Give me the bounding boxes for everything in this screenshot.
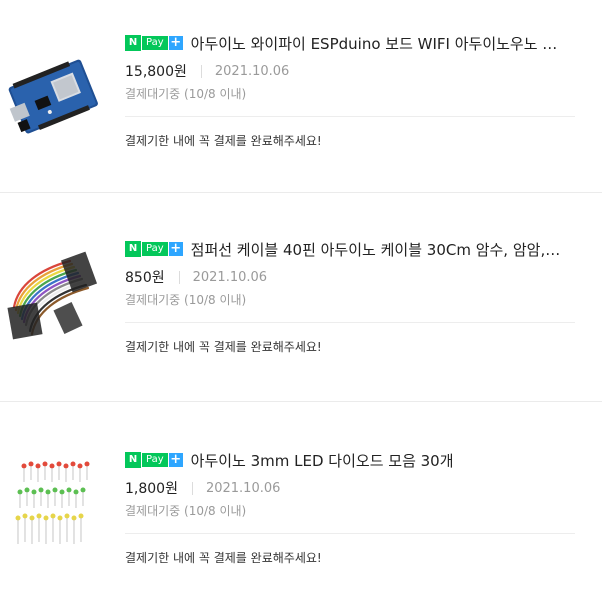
divider [125, 533, 575, 534]
divider [191, 481, 193, 495]
plus-icon: + [168, 452, 183, 467]
price-row: 1,800원 2021.10.06 [125, 478, 280, 498]
naver-n-icon: N [125, 241, 141, 257]
order-date: 2021.10.06 [205, 480, 281, 496]
title-row: N Pay + 아두이노 3mm LED 다이오드 모음 30개 [125, 448, 454, 472]
order-info: N Pay + 점퍼선 케이블 40핀 아두이노 케이블 30Cm 암수, 암암… [125, 237, 585, 357]
order-info: N Pay + 아두이노 와이파이 ESPduino 보드 WIFI 아두이노우… [125, 31, 585, 151]
payment-notice: 결제기한 내에 꼭 결제를 완료해주세요! [125, 340, 322, 354]
title-row: N Pay + 아두이노 와이파이 ESPduino 보드 WIFI 아두이노우… [125, 31, 557, 55]
plus-icon: + [168, 35, 183, 50]
naver-n-icon: N [125, 452, 141, 468]
npay-plus-badge: N Pay + [125, 35, 183, 51]
payment-notice: 결제기한 내에 꼭 결제를 완료해주세요! [125, 551, 322, 565]
payment-status: 결제대기중 (10/8 이내) [125, 504, 247, 518]
jumper-cable-image [7, 251, 98, 340]
price: 15,800원 [125, 64, 187, 80]
title-row: N Pay + 점퍼선 케이블 40핀 아두이노 케이블 30Cm 암수, 암암… [125, 237, 560, 261]
pay-label: Pay [142, 453, 168, 467]
led-set-image [15, 461, 90, 544]
product-title[interactable]: 점퍼선 케이블 40핀 아두이노 케이블 30Cm 암수, 암암,… [191, 239, 561, 260]
divider [125, 116, 575, 117]
npay-plus-badge: N Pay + [125, 241, 183, 257]
pay-label: Pay [142, 242, 168, 256]
product-image[interactable] [0, 245, 104, 355]
product-title[interactable]: 아두이노 3mm LED 다이오드 모음 30개 [191, 450, 454, 471]
price: 850원 [125, 270, 165, 286]
product-title[interactable]: 아두이노 와이파이 ESPduino 보드 WIFI 아두이노우노 … [191, 33, 558, 54]
divider [125, 322, 575, 323]
divider [200, 64, 202, 78]
order-item[interactable]: N Pay + 점퍼선 케이블 40핀 아두이노 케이블 30Cm 암수, 암암… [0, 193, 602, 401]
price-row: 850원 2021.10.06 [125, 267, 267, 287]
plus-icon: + [168, 241, 183, 256]
divider [178, 270, 180, 284]
product-image[interactable] [0, 36, 104, 146]
product-image[interactable] [0, 452, 104, 562]
npay-plus-badge: N Pay + [125, 452, 183, 468]
order-date: 2021.10.06 [214, 63, 290, 79]
esp-board-image [8, 59, 98, 134]
payment-status: 결제대기중 (10/8 이내) [125, 87, 247, 101]
order-item[interactable]: N Pay + 아두이노 와이파이 ESPduino 보드 WIFI 아두이노우… [0, 0, 602, 192]
payment-status: 결제대기중 (10/8 이내) [125, 293, 247, 307]
order-info: N Pay + 아두이노 3mm LED 다이오드 모음 30개 1,800원 … [125, 448, 585, 568]
price: 1,800원 [125, 481, 178, 497]
payment-notice: 결제기한 내에 꼭 결제를 완료해주세요! [125, 134, 322, 148]
naver-n-icon: N [125, 35, 141, 51]
order-item[interactable]: N Pay + 아두이노 3mm LED 다이오드 모음 30개 1,800원 … [0, 402, 602, 597]
pay-label: Pay [142, 36, 168, 50]
order-date: 2021.10.06 [192, 269, 268, 285]
price-row: 15,800원 2021.10.06 [125, 61, 289, 81]
